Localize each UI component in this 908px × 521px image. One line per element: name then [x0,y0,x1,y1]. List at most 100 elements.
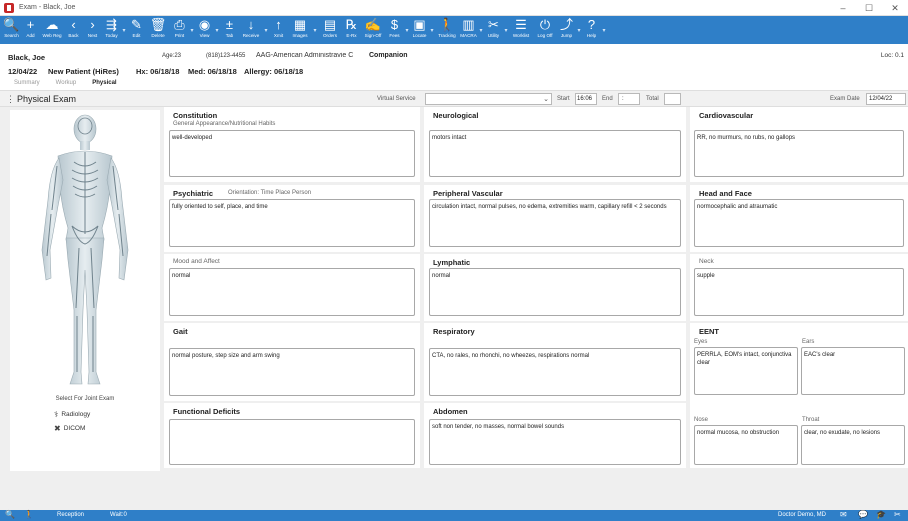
chevron-down-icon: ⌄ [543,96,549,103]
e-rx-icon: ℞ [345,17,358,32]
constitution-input[interactable]: well-developed [169,130,415,177]
radiology-link[interactable]: ⚕ Radiology [54,410,90,419]
minimize-button[interactable]: – [830,0,856,16]
sign-off-button[interactable]: ✍ Sign-Off [361,16,385,44]
delete-button[interactable]: 🗑 Delete [146,16,170,44]
locate-icon: ▣ [413,17,426,32]
xmit-button[interactable]: ↑ Xmit [269,16,288,44]
virtual-service-label: Virtual Service [377,96,416,102]
mood-input[interactable]: normal [169,268,415,316]
title-bar: Exam - Black, Joe – ☐ ✕ [0,0,908,16]
edit-label: Edit [132,33,141,38]
tab-button[interactable]: ± Tab [220,16,239,44]
human-body-figure[interactable] [30,110,140,390]
total-input[interactable] [664,93,681,105]
search-button[interactable]: 🔍 Search [2,16,21,44]
fees-button[interactable]: $ Fees [385,16,404,44]
search-icon[interactable]: 🔍 [5,510,15,519]
start-time-input[interactable]: 16:06 [575,93,597,105]
gait-input[interactable]: normal posture, step size and arm swing [169,348,415,396]
gait-title: Gait [173,327,188,336]
exam-date-input[interactable]: 12/04/22 [866,93,906,105]
start-label: Start [557,96,570,102]
patient-tabs: Summary Workup Physical [14,80,117,86]
abdomen-input[interactable]: soft non tender, no masses, normal bowel… [429,419,681,465]
utility-icon: ✂ [488,17,499,32]
lymphatic-input[interactable]: normal [429,268,681,316]
neck-input[interactable]: supple [694,268,904,316]
walking-person-icon[interactable]: 🚶 [24,510,34,519]
neurological-input[interactable]: motors intact [429,130,681,177]
graduation-cap-icon[interactable]: 🎓 [876,510,886,519]
eyes-label: Eyes [694,339,708,345]
peripheral-input[interactable]: circulation intact, normal pulses, no ed… [429,199,681,247]
next-button[interactable]: › Next [83,16,102,44]
psychiatric-input[interactable]: fully oriented to self, place, and time [169,199,415,247]
tab-physical[interactable]: Physical [92,80,116,86]
view-button[interactable]: ◉ View [195,16,214,44]
constitution-title: Constitution [173,111,218,120]
fees-label: Fees [389,33,400,38]
respiratory-input[interactable]: CTA, no rales, no rhonchi, no wheezes, r… [429,348,681,396]
utility-button[interactable]: ✂ Utility [484,16,503,44]
end-time-input[interactable]: : [618,93,640,105]
tracking-button[interactable]: 🚶 Tracking [435,16,459,44]
macra-label: MACRA [460,33,477,38]
headface-input[interactable]: normocephalic and atraumatic [694,199,904,247]
locate-button[interactable]: ▣ Locate [410,16,429,44]
lymphatic-title: Lymphatic [433,258,471,267]
tab-label: Tab [225,33,234,38]
fees-icon: $ [390,17,399,32]
radiology-icon: ⚕ [54,410,59,419]
dicom-link[interactable]: ✖ DICOM [54,424,85,433]
orders-button[interactable]: ▤ Orders [318,16,342,44]
virtual-service-select[interactable]: ⌄ [425,93,552,105]
tab-icon: ± [225,17,234,32]
macra-button[interactable]: ▥ MACRA [459,16,478,44]
tab-summary[interactable]: Summary [14,80,40,86]
status-user: Doctor Demo, MD [778,512,827,518]
images-button[interactable]: ▦ Images [288,16,312,44]
throat-input[interactable]: clear, no exudate, no lesions [801,425,905,465]
functional-input[interactable] [169,419,415,465]
section-neurological: Neurological motors intact [424,107,686,182]
eyes-input[interactable]: PERRLA, EOM's intact, conjunctiva clear [694,347,798,395]
help-dropdown-icon[interactable]: ▾ [601,16,607,44]
ears-input[interactable]: EAC's clear [801,347,905,395]
back-button[interactable]: ‹ Back [64,16,83,44]
radiology-label: Radiology [61,411,91,418]
headface-title: Head and Face [699,189,752,198]
end-label: End [602,96,613,102]
tools-icon[interactable]: ✂ [894,510,901,519]
close-button[interactable]: ✕ [882,0,908,16]
add-icon: + [26,17,35,32]
print-icon: ⎙ [174,17,185,32]
nose-input[interactable]: normal mucosa, no obstruction [694,425,798,465]
edit-button[interactable]: ✎ Edit [127,16,146,44]
web-reg-button[interactable]: ☁ Web Reg [40,16,64,44]
tab-workup[interactable]: Workup [56,80,77,86]
mail-icon[interactable]: ✉ [840,510,847,519]
next-label: Next [87,33,98,38]
section-gait: Gait normal posture, step size and arm s… [164,323,420,401]
chat-icon[interactable]: 💬 [858,510,868,519]
patient-header: Black, Joe Age:23 (818)123-4455 AAG-Amer… [0,44,908,90]
delete-icon: 🗑 [149,17,167,32]
print-button[interactable]: ⎙ Print [170,16,189,44]
functional-title: Functional Deficits [173,407,241,416]
today-button[interactable]: ⇶ Today [102,16,121,44]
maximize-button[interactable]: ☐ [856,0,882,16]
drag-handle-icon[interactable]: ⋮ [6,94,15,105]
receive-button[interactable]: ↓ Receive [239,16,263,44]
add-button[interactable]: + Add [21,16,40,44]
view-icon: ◉ [198,17,211,32]
visit-type: New Patient (HiRes) [48,67,119,76]
jump-button[interactable]: ⤴ Jump [557,16,576,44]
patient-phone: (818)123-4455 [206,53,246,59]
worklist-button[interactable]: ☰ Worklist [509,16,533,44]
log-off-button[interactable]: ⏻ Log Off [533,16,557,44]
cardiovascular-input[interactable]: RR, no murmurs, no rubs, no gallops [694,130,904,177]
e-rx-button[interactable]: ℞ E-Rx [342,16,361,44]
help-button[interactable]: ? Help [582,16,601,44]
companion-label: Companion [369,52,408,59]
